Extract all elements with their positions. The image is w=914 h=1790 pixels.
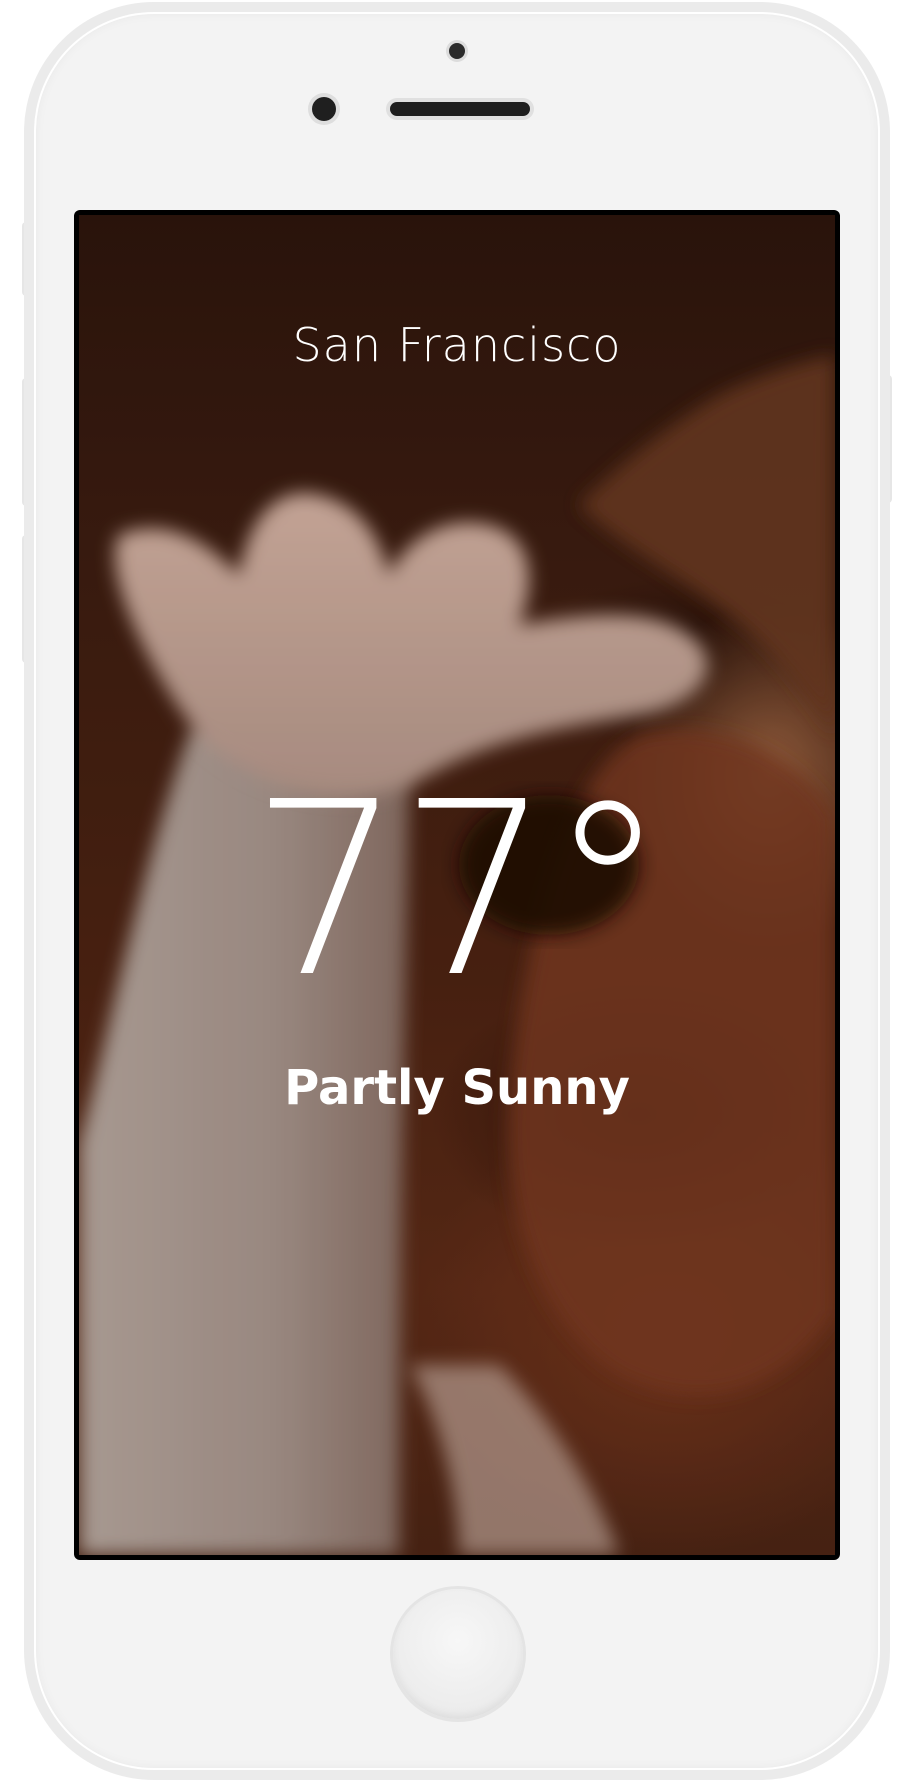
earpiece-speaker-icon xyxy=(390,102,530,116)
power-button[interactable] xyxy=(882,375,892,503)
city-name: San Francisco xyxy=(292,318,622,372)
home-button[interactable] xyxy=(393,1589,523,1719)
weather-condition: Partly Sunny xyxy=(284,1060,630,1116)
volume-up-button[interactable] xyxy=(22,378,32,506)
volume-down-button[interactable] xyxy=(22,535,32,663)
page: San Francisco 77° Partly Sunny xyxy=(0,0,914,1790)
silent-switch[interactable] xyxy=(22,222,32,296)
front-camera-icon xyxy=(449,43,465,59)
proximity-sensor-icon xyxy=(312,97,336,121)
phone-screen: San Francisco 77° Partly Sunny xyxy=(74,210,840,1560)
temperature-value: 77° xyxy=(250,750,667,1030)
